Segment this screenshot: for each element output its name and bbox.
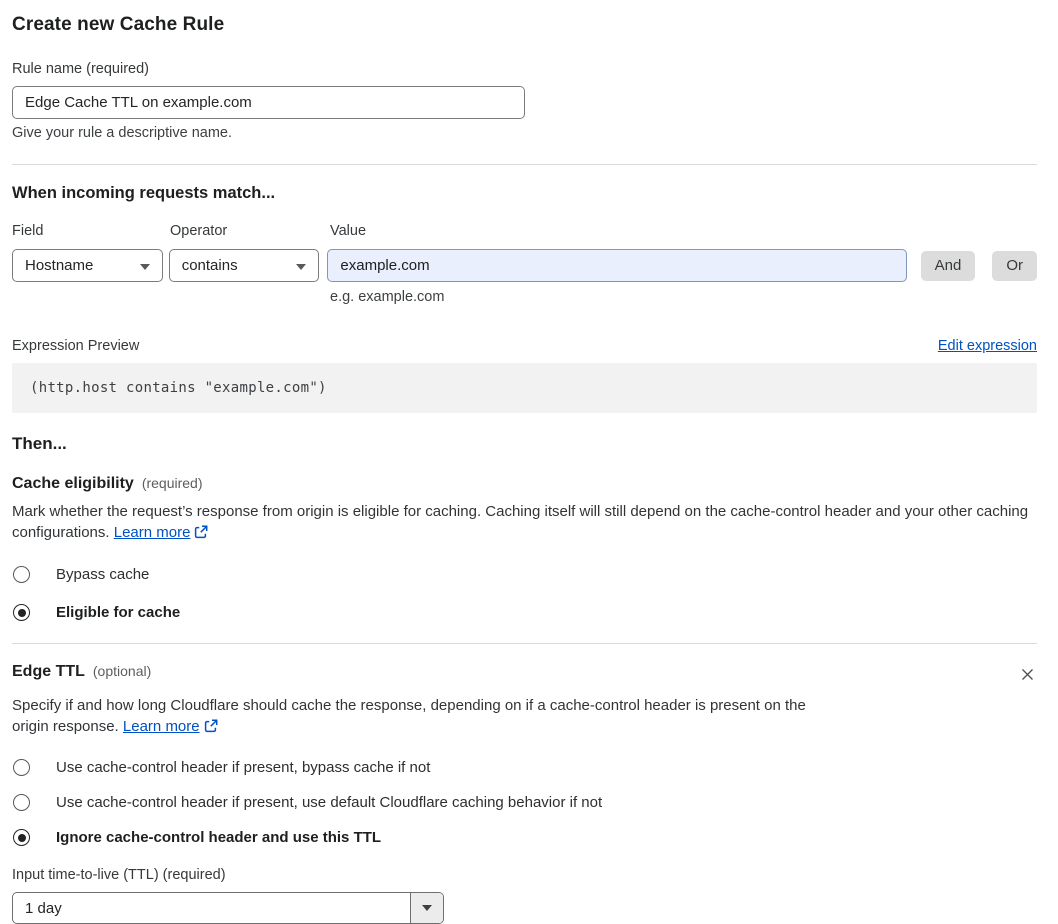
radio-bypass-cache[interactable]: Bypass cache <box>12 566 1037 583</box>
ttl-select-value: 1 day <box>25 899 62 917</box>
radio-use-header-bypass[interactable]: Use cache-control header if present, byp… <box>12 759 1037 776</box>
operator-label: Operator <box>170 223 228 239</box>
expression-preview-row: Expression Preview Edit expression <box>12 338 1037 354</box>
external-link-icon <box>204 718 218 739</box>
radio-label: Eligible for cache <box>56 604 181 621</box>
edge-ttl-description: Specify if and how long Cloudflare shoul… <box>12 695 844 739</box>
then-heading: Then... <box>12 434 67 453</box>
section-divider <box>12 643 1037 644</box>
learn-more-link[interactable]: Learn more <box>114 524 191 541</box>
close-icon <box>1022 669 1033 680</box>
field-select-value: Hostname <box>25 257 94 274</box>
section-divider <box>12 164 1037 165</box>
radio-ignore-header-ttl[interactable]: Ignore cache-control header and use this… <box>12 829 1037 846</box>
radio-eligible-for-cache[interactable]: Eligible for cache <box>12 604 1037 621</box>
page-title: Create new Cache Rule <box>12 14 225 35</box>
cache-eligibility-heading: Cache eligibility (required) <box>12 475 1037 493</box>
match-column-labels: Field Operator Value <box>12 223 1037 239</box>
edit-expression-link[interactable]: Edit expression <box>938 338 1037 354</box>
field-select[interactable]: Hostname <box>12 249 163 282</box>
edge-ttl-title: Edge TTL <box>12 663 85 680</box>
radio-icon <box>13 759 30 776</box>
match-controls-row: Hostname contains And Or <box>12 249 1038 282</box>
rule-name-help: Give your rule a descriptive name. <box>12 125 233 141</box>
radio-icon <box>13 604 30 621</box>
edge-ttl-options: Use cache-control header if present, byp… <box>12 759 1037 846</box>
external-link-icon <box>194 524 208 545</box>
learn-more-link[interactable]: Learn more <box>123 718 200 735</box>
radio-label: Use cache-control header if present, byp… <box>56 759 431 776</box>
cache-eligibility-description: Mark whether the request’s response from… <box>12 501 1037 545</box>
radio-icon <box>13 829 30 846</box>
ttl-select-arrow-button[interactable] <box>410 893 443 923</box>
chevron-down-icon <box>296 263 307 270</box>
value-input[interactable] <box>327 249 907 282</box>
value-help-text: e.g. example.com <box>330 289 445 305</box>
expression-code-block: (http.host contains "example.com") <box>12 363 1037 413</box>
ttl-select[interactable]: 1 day <box>12 892 444 924</box>
radio-icon <box>13 566 30 583</box>
rule-name-label: Rule name (required) <box>12 61 150 77</box>
rule-name-input[interactable] <box>12 86 525 119</box>
edge-ttl-heading: Edge TTL (optional) <box>12 663 151 681</box>
ttl-input-label: Input time-to-live (TTL) (required) <box>12 867 226 883</box>
expression-preview-label: Expression Preview <box>12 338 140 354</box>
cache-eligibility-title: Cache eligibility <box>12 475 134 492</box>
match-heading: When incoming requests match... <box>12 184 276 202</box>
operator-select[interactable]: contains <box>168 249 320 282</box>
radio-label: Bypass cache <box>56 566 150 583</box>
operator-select-value: contains <box>181 257 238 274</box>
edge-ttl-optional-badge: (optional) <box>92 663 152 679</box>
and-button[interactable]: And <box>920 250 976 281</box>
or-button[interactable]: Or <box>992 250 1038 281</box>
field-label: Field <box>12 223 44 239</box>
edge-ttl-header: Edge TTL (optional) <box>12 663 1037 687</box>
value-label: Value <box>330 223 367 239</box>
radio-label: Ignore cache-control header and use this… <box>56 829 382 846</box>
radio-icon <box>13 794 30 811</box>
radio-label: Use cache-control header if present, use… <box>56 794 603 811</box>
cache-eligibility-required-badge: (required) <box>141 475 203 491</box>
radio-use-header-default[interactable]: Use cache-control header if present, use… <box>12 794 1037 811</box>
close-edge-ttl-button[interactable] <box>1018 665 1037 687</box>
chevron-down-icon <box>139 263 150 270</box>
